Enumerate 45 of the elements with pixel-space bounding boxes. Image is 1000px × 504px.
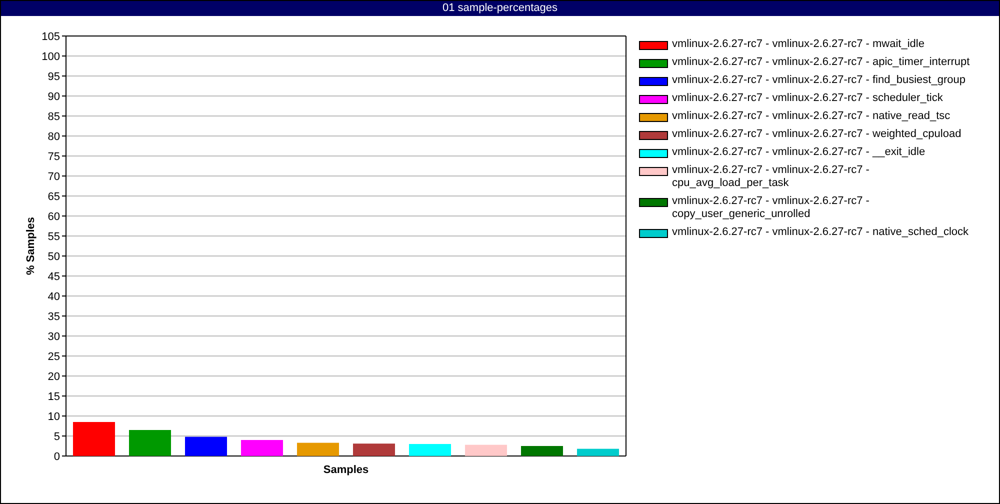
axis-tick-label: 50 [48,251,60,263]
axis-tick-label: 105 [42,31,60,43]
bar [241,440,283,456]
y-axis-title: % Samples [25,216,37,276]
legend-label: vmlinux-2.6.27-rc7 - vmlinux-2.6.27-rc7 - mwait_idle [672,38,926,51]
axis-tick-label: 100 [42,51,60,63]
legend-label: vmlinux-2.6.27-rc7 - vmlinux-2.6.27-rc7 - apic_timer_interrupt [672,56,971,69]
bar [465,444,507,456]
axis-tick-label: 0 [54,451,60,463]
axis-tick-label: 35 [48,311,60,323]
axis-tick-label: 60 [48,211,60,223]
bar [129,430,171,456]
axis-tick-label: 90 [48,91,60,103]
axis-tick-label: 5 [54,431,60,443]
axis-tick-label: 40 [48,291,60,303]
legend-label: vmlinux-2.6.27-rc7 - vmlinux-2.6.27-rc7 - cpu_avg_load_per_task [672,164,870,190]
bar [409,444,451,456]
legend-label: vmlinux-2.6.27-rc7 - vmlinux-2.6.27-rc7 - find_busiest_group [672,74,966,87]
axis-tick-label: 25 [48,351,60,363]
legend-label: vmlinux-2.6.27-rc7 - vmlinux-2.6.27-rc7 - weighted_cpuload [672,128,962,141]
legend-label: vmlinux-2.6.27-rc7 - vmlinux-2.6.27-rc7 - copy_user_generic_unrolled [672,195,870,221]
legend-label: vmlinux-2.6.27-rc7 - vmlinux-2.6.27-rc7 - native_sched_clock [672,226,970,239]
axis-tick-label: 55 [48,231,60,243]
chart-title-bar: 01 sample-percentages [1,1,999,16]
axis-tick-label: 70 [48,171,60,183]
axis-tick-label: 30 [48,331,60,343]
axis-tick-label: 45 [48,271,60,283]
axis-tick-label: 85 [48,111,60,123]
axis-tick-label: 95 [48,71,60,83]
bar [521,446,563,456]
x-axis-title: Samples [323,464,369,476]
legend-label: vmlinux-2.6.27-rc7 - vmlinux-2.6.27-rc7 - scheduler_tick [672,92,944,105]
bar [577,448,619,456]
bar [185,436,227,456]
axis-tick-label: 65 [48,191,60,203]
bar [73,422,115,456]
axis-tick-label: 75 [48,151,60,163]
axis-tick-label: 80 [48,131,60,143]
legend-label: vmlinux-2.6.27-rc7 - vmlinux-2.6.27-rc7 - native_read_tsc [672,110,952,123]
bar [297,442,339,456]
axis-tick-label: 15 [48,391,60,403]
legend-label: vmlinux-2.6.27-rc7 - vmlinux-2.6.27-rc7 - __exit_idle [672,146,926,159]
axis-tick-label: 10 [48,411,60,423]
axis-tick-label: 20 [48,371,60,383]
bar [353,444,395,456]
